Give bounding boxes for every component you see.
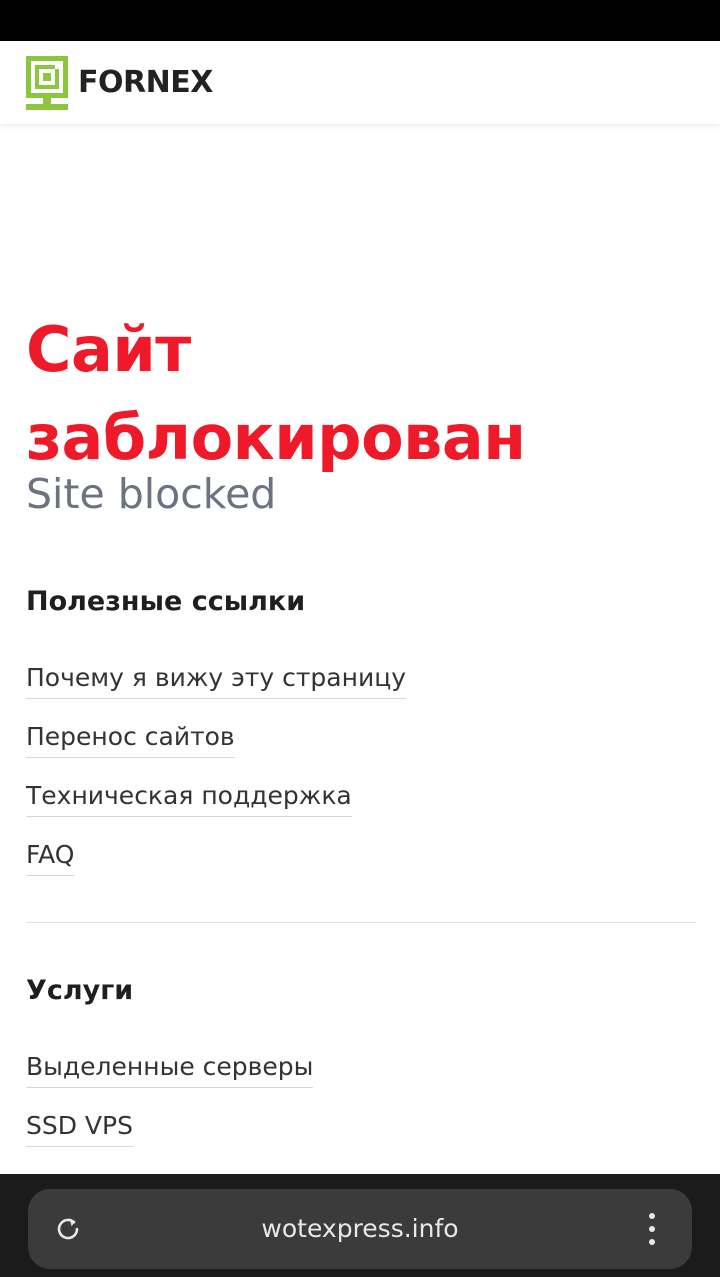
link-why-see-page[interactable]: Почему я вижу эту страницу [26,660,407,699]
browser-bottom-bar: wotexpress.info [0,1174,720,1277]
status-bar [0,0,720,41]
menu-dot [649,1239,655,1245]
link-faq[interactable]: FAQ [26,837,75,876]
address-bar[interactable]: wotexpress.info [28,1189,692,1269]
page-title: Сайт заблокирован [26,306,526,482]
reload-icon[interactable] [54,1215,82,1243]
link-site-transfer[interactable]: Перенос сайтов [26,719,235,758]
url-text[interactable]: wotexpress.info [28,1189,692,1269]
link-tech-support[interactable]: Техническая поддержка [26,778,352,817]
services-heading: Услуги [26,975,134,1006]
logo-text: FORNEX [78,64,213,100]
more-vert-icon[interactable] [642,1213,662,1245]
menu-dot [649,1213,655,1219]
site-header: FORNEX [0,41,720,124]
link-ssd-vps[interactable]: SSD VPS [26,1108,133,1147]
useful-links-heading: Полезные ссылки [26,586,306,617]
menu-dot [649,1226,655,1232]
section-divider [26,922,696,923]
page-title-line-1: Сайт [26,313,191,386]
page-subtitle: Site blocked [26,470,277,518]
link-dedicated-servers[interactable]: Выделенные серверы [26,1049,314,1088]
fornex-logo[interactable]: FORNEX [26,55,213,110]
fornex-logo-icon [26,55,68,110]
